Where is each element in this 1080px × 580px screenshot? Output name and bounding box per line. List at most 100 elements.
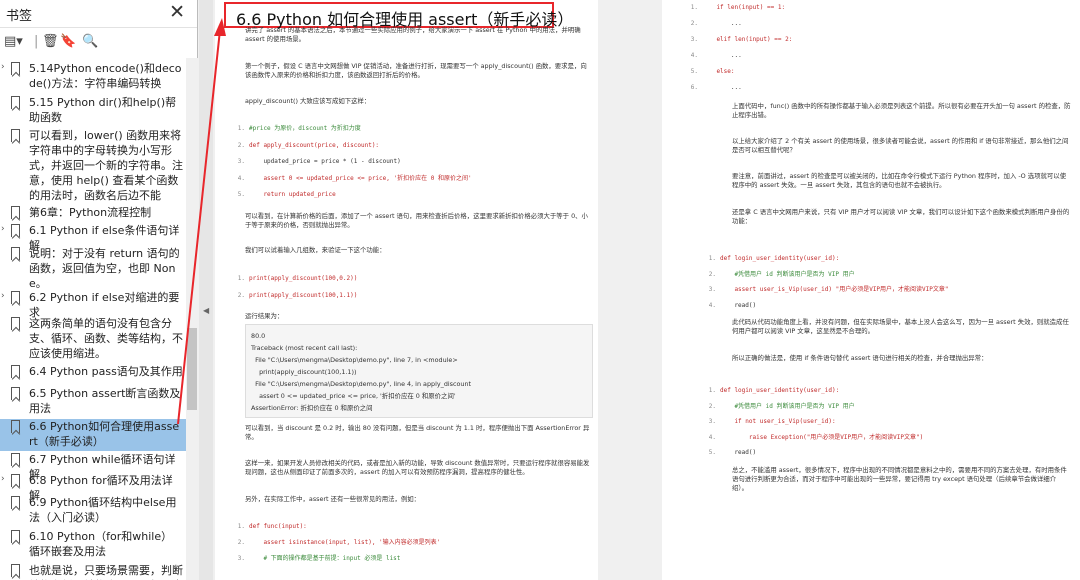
bookmark-label: 6.10 Python（for和while）循环嵌套及用法 (29, 530, 173, 558)
bookmark-item[interactable]: 5.15 Python dir()和help()帮助函数 (0, 95, 186, 127)
code-line: #凭借用户 id 判断该用户是否为 VIP 用户 (720, 402, 855, 410)
bookmark-flag-icon (11, 420, 20, 433)
bookmark-item[interactable]: 6.10 Python（for和while）循环嵌套及用法 (0, 529, 186, 562)
bookmark-label: 6.6 Python如何合理使用assert（新手必读） (29, 420, 180, 448)
bookmark-scrollbar[interactable] (186, 58, 198, 580)
line-number: 1. (690, 4, 698, 11)
line-number: 3. (690, 36, 698, 43)
output-line: File "C:\Users\mengma\Desktop\demo.py", … (251, 356, 458, 364)
line-number: 4. (708, 433, 716, 441)
code-line: #price 为原价，discount 为折扣力度 (249, 125, 361, 132)
code-line: elif len(input) == 2: (702, 36, 793, 43)
code-line: else: (702, 68, 735, 75)
close-icon[interactable]: ✕ (169, 1, 185, 23)
code-line: if not user_is_Vip(user_id): (720, 418, 836, 425)
paragraph: 可以看到，当 discount 是 0.2 时，输出 80 没有问题，但是当 d… (245, 424, 590, 441)
add-bookmark-icon[interactable]: 🔖 (60, 34, 76, 49)
line-number: 2. (708, 402, 716, 410)
bookmark-item[interactable]: 这两条简单的语句没有包含分支、循环、函数、类等结构，不应该使用缩进。 (0, 316, 186, 363)
line-number: 3. (237, 158, 245, 165)
output-block: 80.0 Traceback (most recent call last): F… (245, 324, 593, 418)
paragraph: 这样一来，如果开发人员修改相关的代码，或者是加入新的功能，导致 discount… (245, 459, 590, 476)
bookmark-label: 可以看到，lower() 函数用来将字符串中的字母转换为小写形式，并返回一个新的… (29, 129, 183, 202)
bookmark-item[interactable]: 也就是说，只要场景需要，判断结构和循环结构之间可以相互嵌套 (0, 563, 186, 580)
line-number: 2. (237, 141, 245, 149)
output-line: AssertionError: 折扣价应在 0 和原价之间 (251, 404, 373, 412)
code-line: return updated_price (249, 191, 336, 198)
line-number: 5. (690, 68, 698, 75)
code-line: def login_user_identity(user_id): (720, 255, 840, 262)
bookmark-flag-icon (11, 387, 20, 400)
expand-chevron-icon[interactable]: › (1, 291, 5, 301)
intro-paragraph: 讲完了 assert 的基本语法之后，本节通过一些实际应用的例子，给大家演示一下… (245, 26, 581, 43)
code-line: print(apply_discount(100,1.1)) (249, 292, 358, 299)
line-number: 1. (237, 523, 245, 530)
bookmark-label: 5.14Python encode()和decode()方法：字符串编码转换 (29, 62, 182, 90)
code-line: if len(input) == 1: (702, 4, 786, 11)
line-number: 1. (708, 387, 716, 394)
bookmark-item[interactable]: 6.9 Python循环结构中else用法（入门必读） (0, 495, 186, 528)
code-line: print(apply_discount(100,0.2)) (249, 275, 358, 282)
bookmark-item[interactable]: 6.7 Python while循环语句详解 (0, 452, 186, 481)
bookmark-item[interactable]: 第6章：Python流程控制 (0, 205, 186, 223)
scrollbar-thumb[interactable] (187, 328, 197, 410)
code-line: def login_user_identity(user_id): (720, 387, 840, 394)
collapse-arrow-icon[interactable]: ◀ (203, 306, 209, 315)
bookmark-panel: 书签 ✕ ▤▾ | 🗑 🔖 🔍 › 5.14Python encode()和dec… (0, 0, 198, 580)
code-line: ... (702, 84, 742, 91)
bookmark-flag-icon (11, 62, 20, 75)
bookmark-flag-icon (11, 129, 20, 142)
bookmark-flag-icon (11, 496, 20, 509)
line-number: 5. (237, 191, 245, 198)
code-line: raise Exception("用户必须是VIP用户，才能阅读VIP文章") (720, 433, 924, 441)
code-line: read() (720, 449, 757, 456)
bookmark-label: 说明：对于没有 return 语句的函数，返回值为空，也即 None。 (29, 247, 180, 290)
bookmark-item[interactable]: › 6.8 Python for循环及用法详解 (0, 473, 186, 502)
bookmark-item[interactable]: › 6.1 Python if else条件语句详解 (0, 223, 186, 252)
paragraph: 我们可以试着输入几组数，来验证一下这个功能： (245, 246, 386, 254)
paragraph: 还是拿 C 语言中文网用户来说，只有 VIP 用户才可以阅读 VIP 文章，我们… (732, 208, 1070, 225)
bookmark-panel-header: 书签 ✕ (0, 0, 197, 28)
paragraph: 运行结果为： (245, 312, 284, 320)
line-number: 4. (690, 52, 698, 59)
bookmark-item[interactable]: 6.6 Python如何合理使用assert（新手必读） (0, 419, 186, 451)
line-number: 5. (708, 449, 716, 456)
bookmark-item[interactable]: 6.5 Python assert断言函数及用法 (0, 386, 186, 418)
bookmark-label: 也就是说，只要场景需要，判断结构和循环结构之间可以相互嵌套 (29, 564, 183, 580)
panel-splitter[interactable]: ◀ (199, 0, 213, 580)
bookmark-flag-icon (11, 224, 20, 237)
line-number: 2. (237, 539, 245, 546)
paragraph: 以上给大家介绍了 2 个有关 assert 的使用场景，很多读者可能会说，ass… (732, 137, 1069, 154)
code-line: read() (720, 301, 757, 309)
toolbar-separator: | (34, 34, 39, 49)
code-line: assert isinstance(input, list), '输入内容必须是… (249, 539, 441, 546)
line-number: 3. (708, 286, 716, 293)
bookmark-item[interactable]: 6.4 Python pass语句及其作用 (0, 364, 186, 385)
expand-chevron-icon[interactable]: › (1, 474, 5, 484)
bookmark-item[interactable]: › 5.14Python encode()和decode()方法：字符串编码转换 (0, 61, 186, 94)
paragraph: 所以正确的做法是，使用 if 条件语句替代 assert 语句进行相关的检查，并… (732, 354, 988, 362)
bookmark-label: 第6章：Python流程控制 (29, 206, 152, 219)
bookmark-flag-icon (11, 247, 20, 260)
options-menu-icon[interactable]: ▤▾ (4, 34, 23, 49)
find-bookmark-icon[interactable]: 🔍 (82, 34, 98, 49)
document-page-left: 6.6 Python 如何合理使用 assert（新手必读） 讲完了 asser… (215, 0, 598, 580)
line-number: 2. (237, 292, 245, 299)
expand-chevron-icon[interactable]: › (1, 224, 5, 234)
bookmark-item[interactable]: 说明：对于没有 return 语句的函数，返回值为空，也即 None。 (0, 246, 186, 290)
paragraph: 可以看到，在计算新价格的后面，添加了一个 assert 语句，用来检查折后价格，… (245, 212, 588, 229)
bookmark-item[interactable]: 可以看到，lower() 函数用来将字符串中的字母转换为小写形式，并返回一个新的… (0, 128, 186, 204)
output-line: print(apply_discount(100,1.1)) (251, 368, 357, 376)
bookmark-item[interactable]: › 6.2 Python if else对缩进的要求 (0, 290, 186, 319)
bookmark-toolbar: ▤▾ | 🗑 🔖 🔍 (0, 28, 197, 58)
bookmark-label: 6.4 Python pass语句及其作用 (29, 365, 183, 378)
line-number: 2. (708, 270, 716, 278)
bookmark-flag-icon (11, 96, 20, 109)
output-line: 80.0 (251, 332, 266, 340)
paragraph: 第一个例子，假设 C 语言中文网想做 VIP 促销活动，准备进行打折，现需要写一… (245, 62, 587, 79)
line-number: 4. (237, 174, 245, 182)
delete-icon[interactable]: 🗑 (42, 34, 59, 49)
bookmark-label: 6.9 Python循环结构中else用法（入门必读） (29, 496, 177, 524)
code-line: def apply_discount(price, discount): (249, 141, 380, 149)
expand-chevron-icon[interactable]: › (1, 62, 5, 72)
